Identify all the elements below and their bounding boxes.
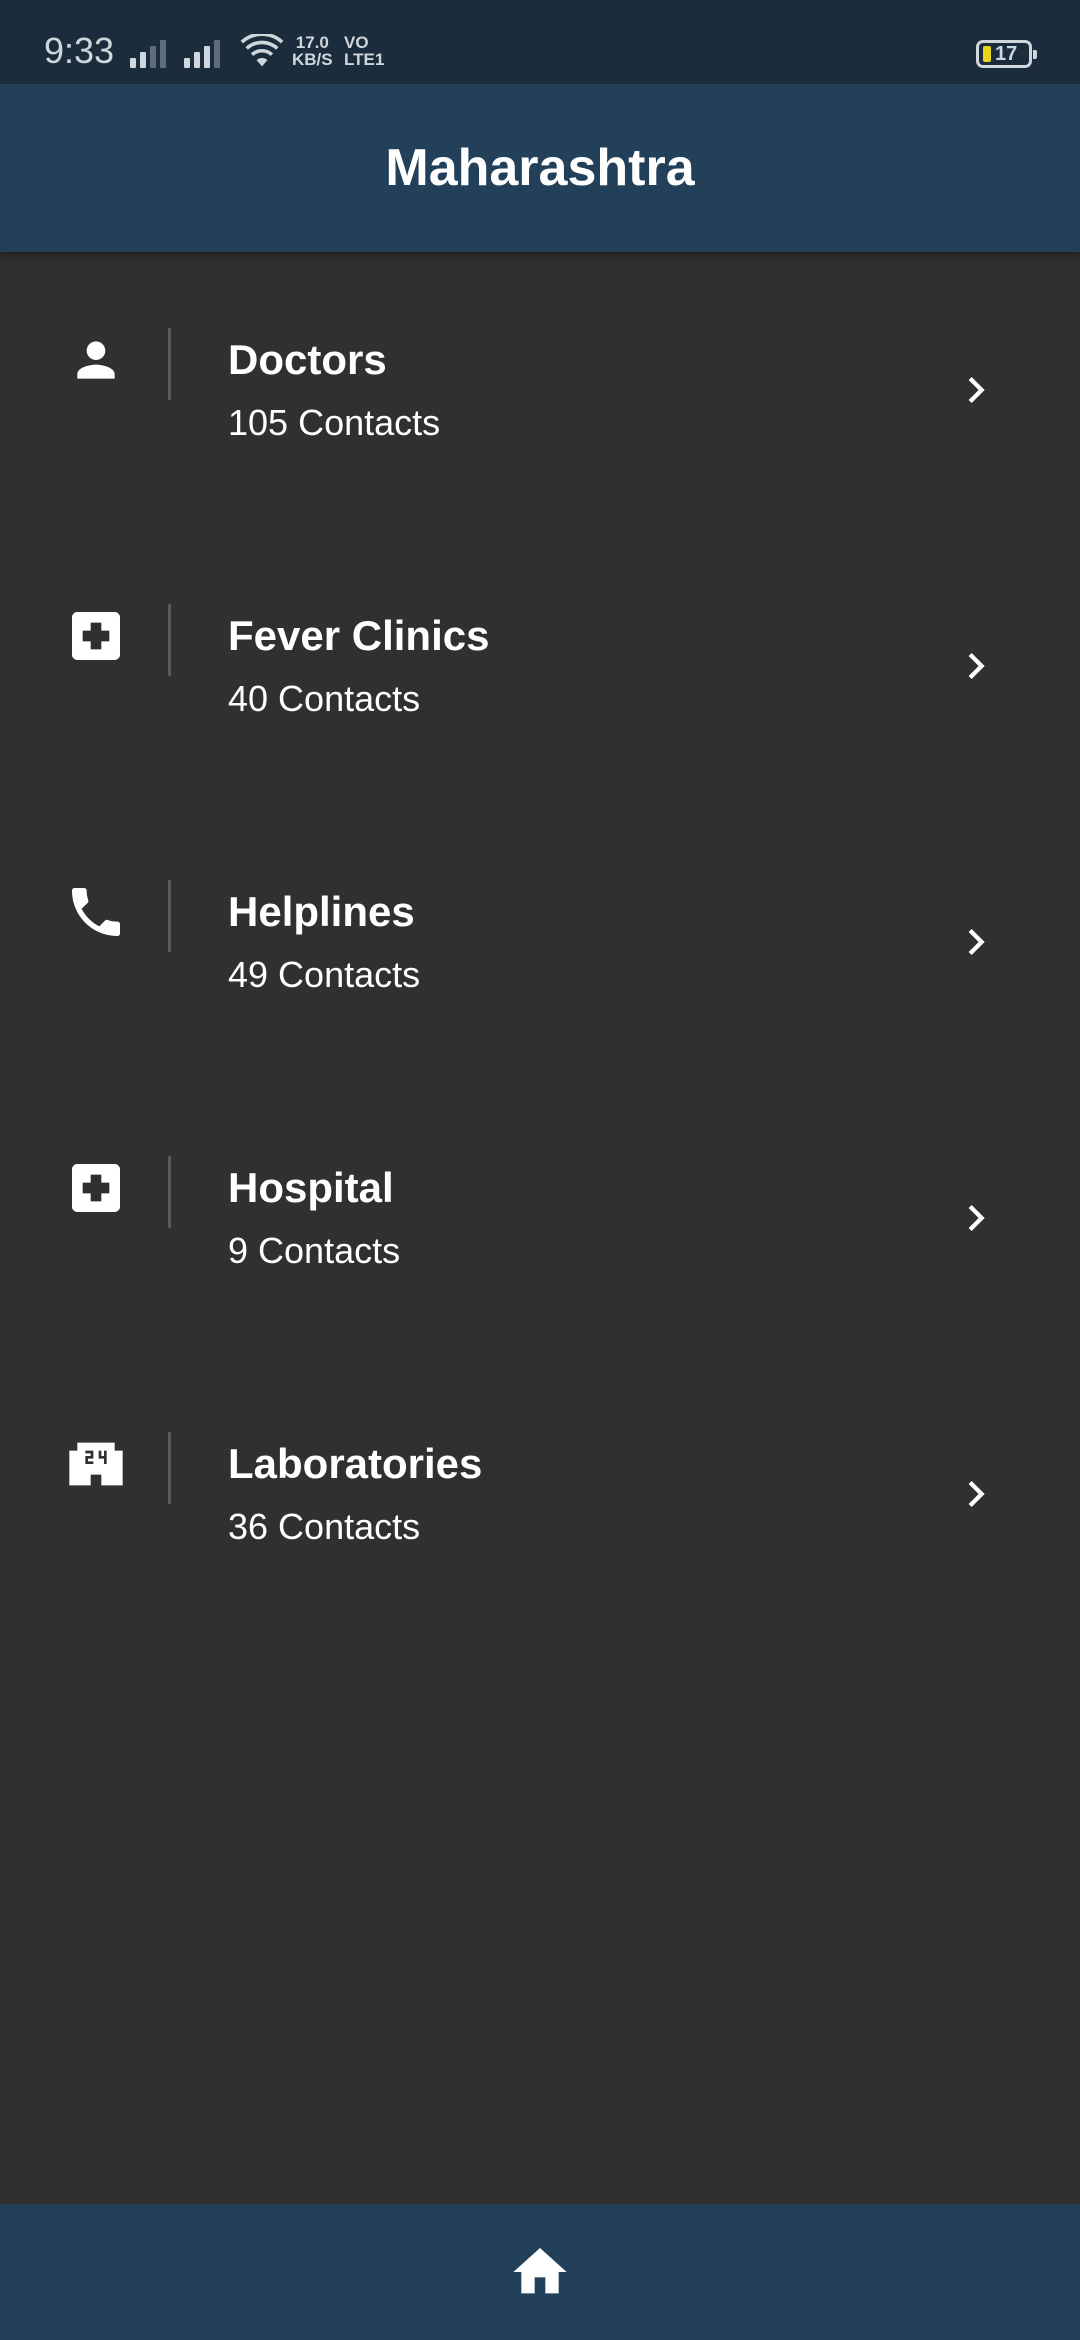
volte-indicator: VO LTE1	[344, 34, 384, 68]
chevron-right-icon	[968, 1481, 985, 1507]
list-item-hospital[interactable]: Hospital 9 Contacts	[0, 1080, 1080, 1356]
item-divider	[168, 328, 171, 400]
battery-percent: 17	[995, 42, 1018, 65]
item-title: Hospital	[228, 1164, 394, 1211]
app-bar: Maharashtra	[0, 84, 1080, 252]
chevron-right-icon	[968, 653, 985, 679]
page-title: Maharashtra	[385, 139, 695, 197]
chevron-right-icon	[968, 1205, 985, 1231]
item-title: Helplines	[228, 888, 415, 935]
item-divider	[168, 604, 171, 676]
item-subtitle: 49 Contacts	[228, 954, 421, 995]
item-subtitle: 9 Contacts	[228, 1230, 401, 1271]
net-speed-value: 17.0	[295, 33, 329, 52]
net-speed-unit: KB/S	[292, 50, 333, 69]
battery-icon: 17	[976, 40, 1037, 68]
net-speed: 17.0 KB/S	[292, 34, 333, 68]
chevron-right-icon	[968, 929, 985, 955]
status-bar: 9:33 17.0 KB/S VO LTE1 17	[0, 0, 1080, 84]
list-item-laboratories[interactable]: Laboratories 36 Contacts	[0, 1356, 1080, 1632]
item-subtitle: 40 Contacts	[228, 678, 421, 719]
medical-cross-icon	[64, 1156, 128, 1220]
status-time: 9:33	[44, 30, 115, 71]
signal-2-icon	[184, 40, 220, 68]
person-icon	[64, 328, 128, 392]
list-item-helplines[interactable]: Helplines 49 Contacts	[0, 804, 1080, 1080]
home-icon	[513, 2248, 567, 2294]
list-item-doctors[interactable]: Doctors 105 Contacts	[0, 252, 1080, 528]
item-title: Laboratories	[228, 1440, 483, 1487]
item-divider	[168, 880, 171, 952]
list-item-fever-clinics[interactable]: Fever Clinics 40 Contacts	[0, 528, 1080, 804]
item-divider	[168, 1156, 171, 1228]
battery-level	[983, 46, 991, 62]
phone-icon	[64, 880, 128, 944]
item-subtitle: 36 Contacts	[228, 1506, 421, 1547]
chevron-right-icon	[968, 377, 985, 403]
local-convenience-store-24-icon	[64, 1432, 128, 1496]
item-title: Doctors	[228, 336, 387, 383]
item-title: Fever Clinics	[228, 612, 490, 659]
bottom-nav	[0, 2204, 1080, 2340]
medical-cross-icon	[64, 604, 128, 668]
home-button[interactable]	[500, 2232, 580, 2312]
signal-1-icon	[130, 40, 166, 68]
volte-bottom: LTE1	[344, 50, 385, 69]
item-divider	[168, 1432, 171, 1504]
volte-top: VO	[344, 33, 369, 52]
item-subtitle: 105 Contacts	[228, 402, 441, 443]
wifi-icon	[240, 34, 284, 67]
